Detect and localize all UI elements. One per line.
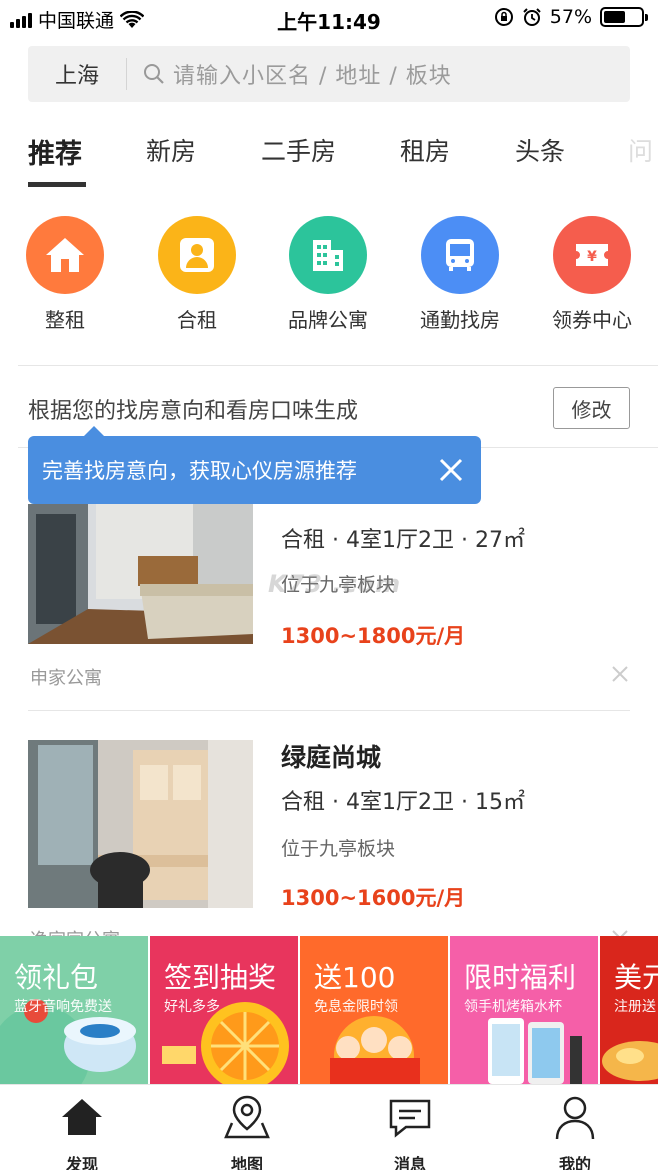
promo-subtitle: 注册送 (614, 999, 656, 1015)
category-whole-rent[interactable]: 整租 (0, 216, 130, 333)
category-label: 领券中心 (552, 308, 632, 332)
person-house-icon (158, 216, 236, 294)
house-icon (26, 216, 104, 294)
rotation-lock-icon (494, 8, 513, 26)
recommend-tooltip: 完善找房意向，获取心仪房源推荐 (28, 426, 481, 504)
battery-percent: 57% (549, 6, 592, 28)
nav-label: 发现 (65, 1155, 98, 1170)
search-bar[interactable]: 上海 请输入小区名 / 地址 / 板块 (28, 46, 630, 102)
search-icon (143, 63, 165, 85)
category-label: 品牌公寓 (288, 308, 368, 332)
nav-label: 消息 (393, 1155, 426, 1170)
message-icon (389, 1099, 431, 1138)
tab-headlines[interactable]: 头条 (515, 132, 565, 168)
promo-banner[interactable]: 领礼包 蓝牙音响免费送 签到抽奖 好礼多多 送100 免息金限时领 限时福利 领… (0, 936, 658, 1084)
status-bar: 中国联通 上午11:49 57% (0, 0, 658, 38)
promo-gift-pack[interactable]: 领礼包 蓝牙音响免费送 (0, 936, 148, 1084)
dismiss-icon[interactable] (610, 664, 630, 684)
category-grid: 整租 合租 品牌公寓 通勤找房 ¥ 领券中心 (0, 216, 658, 336)
modify-button[interactable]: 修改 (553, 387, 630, 429)
listing-title: 绿庭尚城 (281, 743, 382, 772)
category-label: 合租 (177, 308, 217, 332)
tab-second-hand[interactable]: 二手房 (261, 132, 336, 168)
listing-photo (28, 504, 253, 672)
category-brand-apartment[interactable]: 品牌公寓 (263, 216, 393, 333)
promo-title: 美元 (614, 961, 658, 994)
close-icon[interactable] (437, 456, 465, 484)
promo-title: 领礼包 (14, 961, 99, 994)
home-icon (62, 1099, 102, 1135)
promo-send-100[interactable]: 送100 免息金限时领 (300, 936, 448, 1084)
promo-title: 送100 (314, 961, 396, 994)
nav-label: 我的 (558, 1155, 591, 1170)
category-label: 整租 (45, 308, 85, 332)
section-divider (18, 365, 658, 366)
category-shared-rent[interactable]: 合租 (132, 216, 262, 333)
promo-limited-welfare[interactable]: 限时福利 领手机烤箱水杯 (450, 936, 598, 1084)
promo-title: 签到抽奖 (164, 961, 277, 994)
battery-icon (600, 7, 648, 27)
category-tabs: 推荐 新房 二手房 租房 头条 问 (0, 118, 658, 190)
bus-icon (421, 216, 499, 294)
svg-text:¥: ¥ (587, 249, 597, 265)
building-icon (289, 216, 367, 294)
promo-title: 限时福利 (464, 961, 577, 994)
status-right: 57% (494, 6, 648, 28)
tooltip-text: 完善找房意向，获取心仪房源推荐 (42, 459, 357, 483)
recommend-description: 根据您的找房意向和看房口味生成 (28, 399, 359, 424)
category-label: 通勤找房 (420, 308, 500, 332)
city-selector[interactable]: 上海 (28, 58, 126, 90)
listing-price: 1300~1600元/月 (281, 886, 466, 910)
listing-photo (28, 740, 253, 908)
watermark: K73 .com (268, 570, 402, 598)
nav-map[interactable]: 地图 (207, 1093, 287, 1170)
profile-icon (555, 1096, 595, 1140)
search-divider (126, 58, 127, 90)
nav-messages[interactable]: 消息 (370, 1093, 450, 1170)
listing-divider (28, 710, 630, 711)
alarm-icon (523, 8, 541, 26)
search-input[interactable]: 请输入小区名 / 地址 / 板块 (173, 58, 452, 90)
listing-spec: 合租 · 4室1厅2卫 · 15㎡ (281, 790, 525, 815)
promo-subtitle: 好礼多多 (164, 999, 220, 1015)
listing-spec: 合租 · 4室1厅2卫 · 27㎡ (281, 528, 525, 553)
category-coupon-center[interactable]: ¥ 领券中心 (527, 216, 657, 333)
promo-dollar[interactable]: 美元 注册送 (600, 936, 658, 1084)
category-commute[interactable]: 通勤找房 (395, 216, 525, 333)
promo-subtitle: 领手机烤箱水杯 (464, 999, 562, 1015)
map-icon (224, 1095, 270, 1139)
promo-subtitle: 蓝牙音响免费送 (14, 999, 112, 1015)
tab-ask[interactable]: 问 (628, 132, 653, 168)
tab-recommend[interactable]: 推荐 (28, 132, 82, 171)
nav-discover[interactable]: 发现 (42, 1093, 122, 1170)
promo-checkin-lottery[interactable]: 签到抽奖 好礼多多 (150, 936, 298, 1084)
coupon-icon: ¥ (553, 216, 631, 294)
nav-label: 地图 (230, 1155, 263, 1170)
tab-rent[interactable]: 租房 (400, 132, 450, 168)
tab-active-indicator (28, 182, 86, 187)
listing-price: 1300~1800元/月 (281, 624, 466, 648)
listing-source: 申家公寓 (30, 668, 102, 689)
tab-new-house[interactable]: 新房 (146, 132, 196, 168)
bottom-navigation: 发现 地图 消息 我的 (0, 1084, 658, 1170)
listing-location: 位于九亭板块 (281, 838, 396, 860)
promo-subtitle: 免息金限时领 (314, 999, 398, 1015)
nav-profile[interactable]: 我的 (535, 1093, 615, 1170)
